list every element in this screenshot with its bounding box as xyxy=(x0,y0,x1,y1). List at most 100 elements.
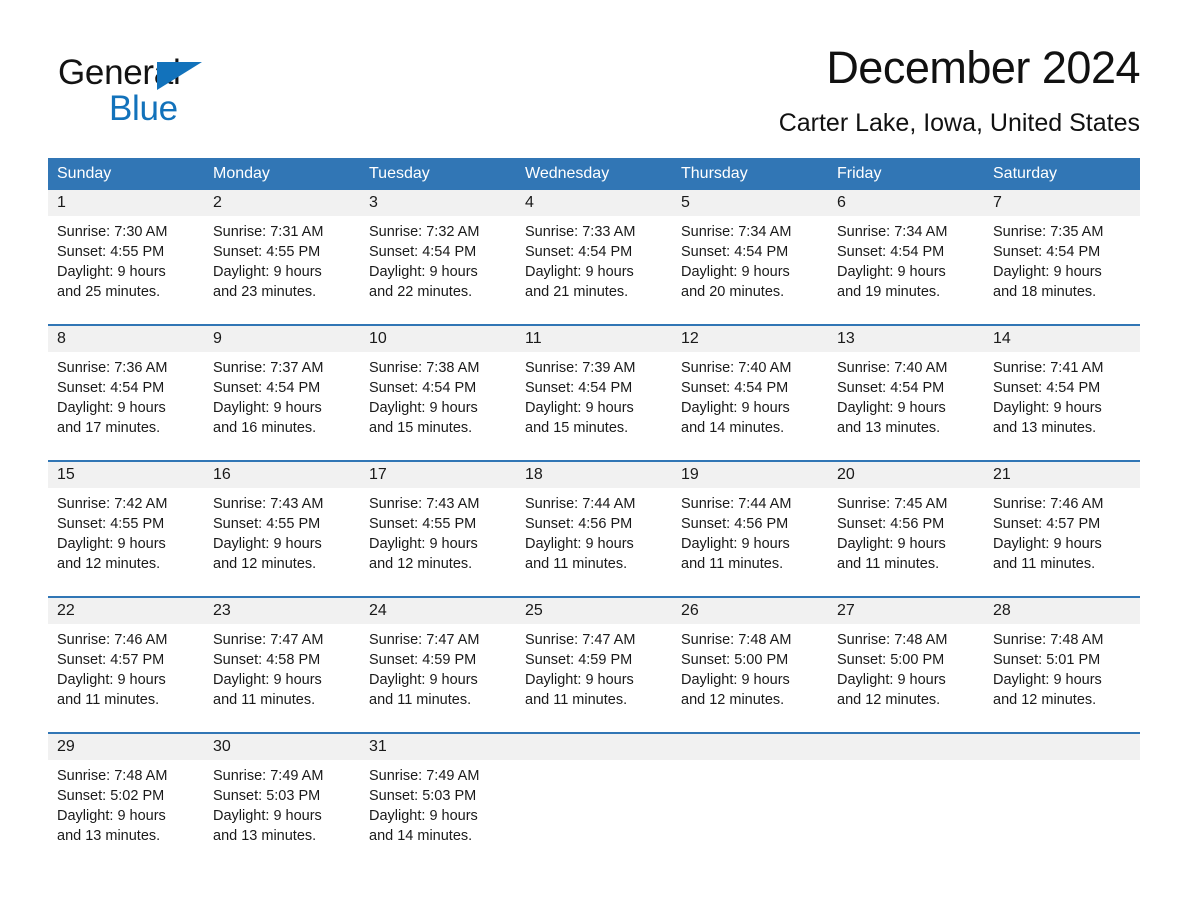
day-number-9[interactable]: 9 xyxy=(204,326,360,352)
daylight-text-line1: Daylight: 9 hours xyxy=(369,400,478,416)
day-cell-25[interactable]: Sunrise: 7:47 AM Sunset: 4:59 PM Daylight:… xyxy=(516,624,672,720)
daylight-text-line1: Daylight: 9 hours xyxy=(993,536,1102,552)
day-number-30[interactable]: 30 xyxy=(204,734,360,760)
day-number-8[interactable]: 8 xyxy=(48,326,204,352)
day-cell-16[interactable]: Sunrise: 7:43 AM Sunset: 4:55 PM Daylight:… xyxy=(204,488,360,584)
day-number-12[interactable]: 12 xyxy=(672,326,828,352)
day-cell-20[interactable]: Sunrise: 7:45 AM Sunset: 4:56 PM Daylight:… xyxy=(828,488,984,584)
day-number-25[interactable]: 25 xyxy=(516,598,672,624)
daylight-text-line1: Daylight: 9 hours xyxy=(993,400,1102,416)
title-block: December 2024 Carter Lake, Iowa, United … xyxy=(779,40,1141,138)
day-cell-14[interactable]: Sunrise: 7:41 AM Sunset: 4:54 PM Daylight:… xyxy=(984,352,1140,448)
day-number-5[interactable]: 5 xyxy=(672,190,828,216)
daylight-text-line2: and 11 minutes. xyxy=(369,692,472,708)
daylight-text-line2: and 12 minutes. xyxy=(993,692,1097,708)
day-number-27[interactable]: 27 xyxy=(828,598,984,624)
day-cell-23[interactable]: Sunrise: 7:47 AM Sunset: 4:58 PM Daylight:… xyxy=(204,624,360,720)
day-cell-21[interactable]: Sunrise: 7:46 AM Sunset: 4:57 PM Daylight:… xyxy=(984,488,1140,584)
day-number-6[interactable]: 6 xyxy=(828,190,984,216)
day-number-31[interactable]: 31 xyxy=(360,734,516,760)
daylight-text-line1: Daylight: 9 hours xyxy=(993,264,1102,280)
sunset-text: Sunset: 4:59 PM xyxy=(369,652,477,668)
daylight-text-line2: and 22 minutes. xyxy=(369,284,473,300)
day-cell-28[interactable]: Sunrise: 7:48 AM Sunset: 5:01 PM Daylight:… xyxy=(984,624,1140,720)
day-number-22[interactable]: 22 xyxy=(48,598,204,624)
day-cell-6[interactable]: Sunrise: 7:34 AM Sunset: 4:54 PM Daylight:… xyxy=(828,216,984,312)
daylight-text-line1: Daylight: 9 hours xyxy=(681,400,790,416)
day-number-15[interactable]: 15 xyxy=(48,462,204,488)
day-number-13[interactable]: 13 xyxy=(828,326,984,352)
day-number-4[interactable]: 4 xyxy=(516,190,672,216)
day-number-10[interactable]: 10 xyxy=(360,326,516,352)
day-number-20[interactable]: 20 xyxy=(828,462,984,488)
page-title: December 2024 xyxy=(826,42,1140,93)
day-number-28[interactable]: 28 xyxy=(984,598,1140,624)
day-cell-17[interactable]: Sunrise: 7:43 AM Sunset: 4:55 PM Daylight:… xyxy=(360,488,516,584)
day-cell-8[interactable]: Sunrise: 7:36 AM Sunset: 4:54 PM Daylight:… xyxy=(48,352,204,448)
sunrise-text: Sunrise: 7:39 AM xyxy=(525,360,636,376)
daylight-text-line1: Daylight: 9 hours xyxy=(681,264,790,280)
day-cell-15[interactable]: Sunrise: 7:42 AM Sunset: 4:55 PM Daylight:… xyxy=(48,488,204,584)
sunset-text: Sunset: 4:55 PM xyxy=(57,516,165,532)
day-number-2[interactable]: 2 xyxy=(204,190,360,216)
daylight-text-line1: Daylight: 9 hours xyxy=(837,672,946,688)
day-cell-7[interactable]: Sunrise: 7:35 AM Sunset: 4:54 PM Daylight:… xyxy=(984,216,1140,312)
day-cell-30[interactable]: Sunrise: 7:49 AM Sunset: 5:03 PM Daylight:… xyxy=(204,760,360,856)
day-number-19[interactable]: 19 xyxy=(672,462,828,488)
weekday-header-wednesday: Wednesday xyxy=(525,165,610,182)
day-number-1[interactable]: 1 xyxy=(48,190,204,216)
day-number-11[interactable]: 11 xyxy=(516,326,672,352)
weekday-header-monday: Monday xyxy=(213,165,270,182)
sunrise-text: Sunrise: 7:47 AM xyxy=(213,632,324,648)
day-cell-3[interactable]: Sunrise: 7:32 AM Sunset: 4:54 PM Daylight:… xyxy=(360,216,516,312)
day-cell-18[interactable]: Sunrise: 7:44 AM Sunset: 4:56 PM Daylight:… xyxy=(516,488,672,584)
day-number-16[interactable]: 16 xyxy=(204,462,360,488)
daylight-text-line2: and 12 minutes. xyxy=(57,556,161,572)
sunrise-text: Sunrise: 7:49 AM xyxy=(213,768,324,784)
day-cell-2[interactable]: Sunrise: 7:31 AM Sunset: 4:55 PM Daylight:… xyxy=(204,216,360,312)
day-cell-10[interactable]: Sunrise: 7:38 AM Sunset: 4:54 PM Daylight:… xyxy=(360,352,516,448)
day-number-14[interactable]: 14 xyxy=(984,326,1140,352)
day-number-26[interactable]: 26 xyxy=(672,598,828,624)
daylight-text-line2: and 15 minutes. xyxy=(525,420,629,436)
day-cell-29[interactable]: Sunrise: 7:48 AM Sunset: 5:02 PM Daylight:… xyxy=(48,760,204,856)
day-cell-27[interactable]: Sunrise: 7:48 AM Sunset: 5:00 PM Daylight:… xyxy=(828,624,984,720)
day-cell-9[interactable]: Sunrise: 7:37 AM Sunset: 4:54 PM Daylight:… xyxy=(204,352,360,448)
sunset-text: Sunset: 4:55 PM xyxy=(369,516,477,532)
day-number-17[interactable]: 17 xyxy=(360,462,516,488)
day-cell-12[interactable]: Sunrise: 7:40 AM Sunset: 4:54 PM Daylight:… xyxy=(672,352,828,448)
day-cell-1[interactable]: Sunrise: 7:30 AM Sunset: 4:55 PM Daylight:… xyxy=(48,216,204,312)
sunset-text: Sunset: 4:54 PM xyxy=(57,380,165,396)
day-number-7[interactable]: 7 xyxy=(984,190,1140,216)
day-number-18[interactable]: 18 xyxy=(516,462,672,488)
sunrise-text: Sunrise: 7:37 AM xyxy=(213,360,324,376)
day-number-3[interactable]: 3 xyxy=(360,190,516,216)
day-cell-13[interactable]: Sunrise: 7:40 AM Sunset: 4:54 PM Daylight:… xyxy=(828,352,984,448)
sunset-text: Sunset: 4:54 PM xyxy=(681,380,789,396)
sunrise-text: Sunrise: 7:40 AM xyxy=(681,360,792,376)
day-number-29[interactable]: 29 xyxy=(48,734,204,760)
day-number-21[interactable]: 21 xyxy=(984,462,1140,488)
day-cell-24[interactable]: Sunrise: 7:47 AM Sunset: 4:59 PM Daylight:… xyxy=(360,624,516,720)
sunrise-text: Sunrise: 7:48 AM xyxy=(57,768,168,784)
calendar-week-row: 15 16 17 18 19 20 21 Sunrise: 7:42 AM Sunset: 4:… xyxy=(48,460,1140,584)
daylight-text-line1: Daylight: 9 hours xyxy=(993,672,1102,688)
daylight-text-line2: and 12 minutes. xyxy=(837,692,941,708)
general-blue-logo[interactable]: General Blue xyxy=(58,52,258,128)
day-number-24[interactable]: 24 xyxy=(360,598,516,624)
day-number-empty xyxy=(516,734,672,760)
day-cell-5[interactable]: Sunrise: 7:34 AM Sunset: 4:54 PM Daylight:… xyxy=(672,216,828,312)
day-cell-31[interactable]: Sunrise: 7:49 AM Sunset: 5:03 PM Daylight:… xyxy=(360,760,516,856)
day-cell-empty xyxy=(984,760,1140,856)
day-cell-22[interactable]: Sunrise: 7:46 AM Sunset: 4:57 PM Daylight:… xyxy=(48,624,204,720)
sunrise-text: Sunrise: 7:49 AM xyxy=(369,768,480,784)
day-number-empty xyxy=(984,734,1140,760)
day-cell-26[interactable]: Sunrise: 7:48 AM Sunset: 5:00 PM Daylight:… xyxy=(672,624,828,720)
day-cell-19[interactable]: Sunrise: 7:44 AM Sunset: 4:56 PM Daylight:… xyxy=(672,488,828,584)
daylight-text-line2: and 12 minutes. xyxy=(369,556,473,572)
blue-triangle-icon xyxy=(157,62,202,90)
daylight-text-line2: and 13 minutes. xyxy=(993,420,1097,436)
day-number-23[interactable]: 23 xyxy=(204,598,360,624)
day-cell-11[interactable]: Sunrise: 7:39 AM Sunset: 4:54 PM Daylight:… xyxy=(516,352,672,448)
day-cell-4[interactable]: Sunrise: 7:33 AM Sunset: 4:54 PM Daylight:… xyxy=(516,216,672,312)
